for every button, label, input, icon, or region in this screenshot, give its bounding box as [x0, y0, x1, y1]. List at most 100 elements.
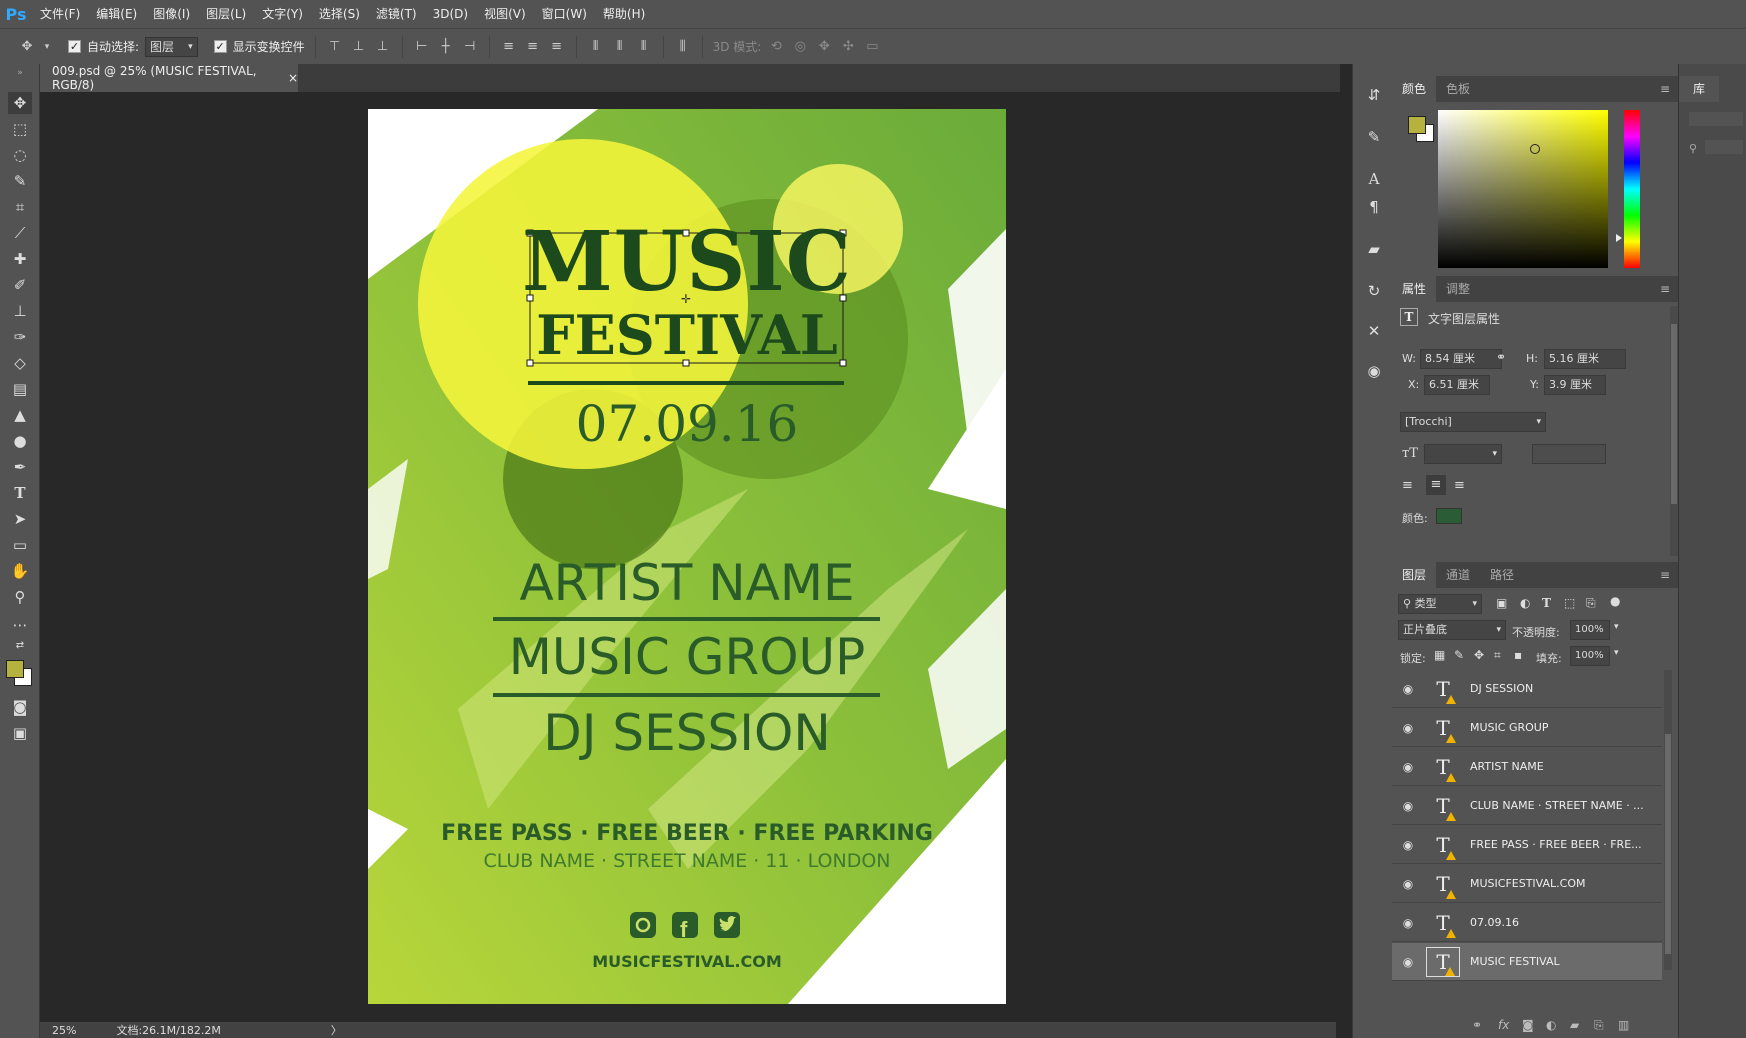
pen-tool-icon[interactable]: ✒ — [8, 456, 32, 478]
poster-title-festival[interactable]: FESTIVAL — [368, 307, 1006, 363]
eye-icon[interactable]: ◉ — [1392, 877, 1424, 891]
tab-channels[interactable]: 通道 — [1436, 562, 1480, 588]
layer-row[interactable]: ◉ T CLUB NAME · STREET NAME · ... — [1392, 787, 1662, 825]
distribute-top-icon[interactable]: ≡ — [500, 38, 518, 56]
filter-shape-icon[interactable]: ⬚ — [1564, 596, 1575, 610]
hue-slider[interactable] — [1624, 110, 1640, 268]
filter-adjustment-icon[interactable]: ◐ — [1520, 596, 1530, 610]
chevron-down-icon[interactable]: ▾ — [1614, 622, 1619, 632]
layer-row[interactable]: ◉ T DJ SESSION — [1392, 670, 1662, 708]
foreground-color-swatch[interactable] — [6, 660, 24, 678]
align-left-icon[interactable]: ⊢ — [413, 38, 431, 56]
crop-tool-icon[interactable]: ⌗ — [8, 196, 32, 218]
zoom-tool-icon[interactable]: ⚲ — [8, 586, 32, 608]
layer-row[interactable]: ◉ T 07.09.16 — [1392, 904, 1662, 942]
fill-field[interactable]: 100% — [1570, 646, 1610, 666]
menu-image[interactable]: 图像(I) — [145, 0, 198, 28]
eye-icon[interactable]: ◉ — [1392, 760, 1424, 774]
distribute-vcenter-icon[interactable]: ≡ — [524, 38, 542, 56]
auto-align-icon[interactable]: ⫼ — [674, 38, 692, 56]
healing-tool-icon[interactable]: ✚ — [8, 248, 32, 270]
add-mask-icon[interactable]: ◙ — [1522, 1018, 1534, 1032]
move-tool-preset-icon[interactable]: ✥ — [18, 38, 36, 56]
menu-help[interactable]: 帮助(H) — [595, 0, 653, 28]
lock-all-icon[interactable]: ▪ — [1514, 648, 1522, 662]
panel-menu-icon[interactable]: ≡ — [1660, 282, 1670, 296]
eye-icon[interactable]: ◉ — [1392, 799, 1424, 813]
poster-website[interactable]: MUSICFESTIVAL.COM — [368, 952, 1006, 972]
scrollbar-thumb[interactable] — [1671, 324, 1677, 504]
library-search-input[interactable] — [1705, 140, 1743, 154]
opacity-field[interactable]: 100% — [1570, 620, 1610, 640]
height-field[interactable]: 5.16 厘米 — [1544, 349, 1626, 369]
align-center-icon[interactable]: ≡ — [1426, 475, 1446, 495]
move-tool-icon[interactable]: ✥ — [8, 92, 32, 114]
menu-type[interactable]: 文字(Y) — [254, 0, 311, 28]
screen-mode-icon[interactable]: ▣ — [8, 722, 32, 744]
3d-panel-icon[interactable]: ✕ — [1363, 320, 1385, 342]
collapse-icon[interactable]: » — [8, 68, 32, 78]
paragraph-panel-icon[interactable]: ¶ — [1363, 196, 1385, 218]
more-tools-icon[interactable]: ⋯ — [8, 614, 32, 636]
lock-transparent-icon[interactable]: ▦ — [1434, 648, 1445, 662]
align-vcenter-icon[interactable]: ⊥ — [350, 38, 368, 56]
brush-tool-icon[interactable]: ✐ — [8, 274, 32, 296]
font-size-dropdown[interactable]: ▾ — [1424, 444, 1502, 464]
font-family-dropdown[interactable]: [Trocchi] ▾ — [1400, 412, 1546, 432]
blend-mode-dropdown[interactable]: 正片叠底 ▾ — [1398, 620, 1506, 640]
library-dropdown[interactable] — [1689, 112, 1743, 126]
filter-toggle-icon[interactable]: ● — [1610, 594, 1620, 608]
brush-preset-icon[interactable]: ✎ — [1363, 126, 1385, 148]
align-top-icon[interactable]: ⊤ — [326, 38, 344, 56]
width-field[interactable]: 8.54 厘米 — [1420, 349, 1502, 369]
trash-icon[interactable]: ▥ — [1618, 1018, 1629, 1032]
3d-roll-icon[interactable]: ◎ — [791, 38, 809, 56]
lock-move-icon[interactable]: ✥ — [1474, 648, 1484, 662]
poster-group[interactable]: MUSIC GROUP — [368, 629, 1006, 685]
filter-type-icon[interactable]: T — [1542, 596, 1551, 610]
new-group-icon[interactable]: ▰ — [1570, 1018, 1579, 1032]
eye-icon[interactable]: ◉ — [1392, 838, 1424, 852]
poster-free-line[interactable]: FREE PASS · FREE BEER · FREE PARKING — [368, 821, 1006, 847]
layer-row-selected[interactable]: ◉ T MUSIC FESTIVAL — [1392, 943, 1662, 981]
3d-pan-icon[interactable]: ✥ — [815, 38, 833, 56]
history-panel-icon[interactable]: ⇵ — [1363, 84, 1385, 106]
layer-filter-dropdown[interactable]: ⚲ 类型 ▾ — [1398, 594, 1482, 614]
distribute-hcenter-icon[interactable]: ⫴ — [611, 38, 629, 56]
search-icon[interactable]: ⚲ — [1689, 142, 1697, 155]
quick-select-tool-icon[interactable]: ✎ — [8, 170, 32, 192]
document-tab[interactable]: 009.psd @ 25% (MUSIC FESTIVAL, RGB/8) × — [40, 64, 298, 92]
color-picker-field[interactable] — [1438, 110, 1608, 268]
scrollbar-thumb[interactable] — [1665, 734, 1671, 954]
tab-adjustments[interactable]: 调整 — [1436, 276, 1480, 302]
auto-select-checkbox[interactable]: ✓ — [68, 40, 81, 53]
align-right-icon[interactable]: ≡ — [1454, 478, 1465, 493]
tab-paths[interactable]: 路径 — [1480, 562, 1524, 588]
close-icon[interactable]: × — [288, 71, 298, 85]
type-tool-icon[interactable]: T — [8, 482, 32, 504]
hue-slider-handle[interactable] — [1616, 234, 1622, 242]
link-layers-icon[interactable]: ⚭ — [1472, 1018, 1482, 1032]
foreground-color-swatch[interactable] — [1408, 116, 1426, 134]
filter-smart-object-icon[interactable]: ⎘ — [1586, 596, 1596, 611]
poster-canvas[interactable]: f ✛ MUSIC FESTIVAL 07.09.16 ARTIST NAME … — [368, 109, 1006, 1004]
lock-artboard-icon[interactable]: ⌗ — [1494, 648, 1501, 663]
color-picker-cursor[interactable] — [1530, 144, 1540, 154]
y-field[interactable]: 3.9 厘米 — [1544, 375, 1606, 395]
lock-paint-icon[interactable]: ✎ — [1454, 648, 1464, 662]
3d-rotate-icon[interactable]: ⟲ — [767, 38, 785, 56]
menu-3d[interactable]: 3D(D) — [425, 0, 476, 28]
adjustment-layer-icon[interactable]: ◐ — [1546, 1018, 1556, 1032]
tab-properties[interactable]: 属性 — [1392, 276, 1437, 302]
layer-row[interactable]: ◉ T ARTIST NAME — [1392, 748, 1662, 786]
chevron-down-icon[interactable]: ▾ — [42, 38, 52, 56]
eye-icon[interactable]: ◉ — [1392, 955, 1424, 969]
menu-filter[interactable]: 滤镜(T) — [368, 0, 425, 28]
poster-title-music[interactable]: MUSIC — [368, 221, 1006, 303]
menu-layer[interactable]: 图层(L) — [198, 0, 254, 28]
menu-edit[interactable]: 编辑(E) — [88, 0, 145, 28]
align-left-icon[interactable]: ≡ — [1402, 478, 1413, 493]
folder-panel-icon[interactable]: ▰ — [1363, 238, 1385, 260]
poster-date[interactable]: 07.09.16 — [368, 397, 1006, 451]
path-select-tool-icon[interactable]: ➤ — [8, 508, 32, 530]
